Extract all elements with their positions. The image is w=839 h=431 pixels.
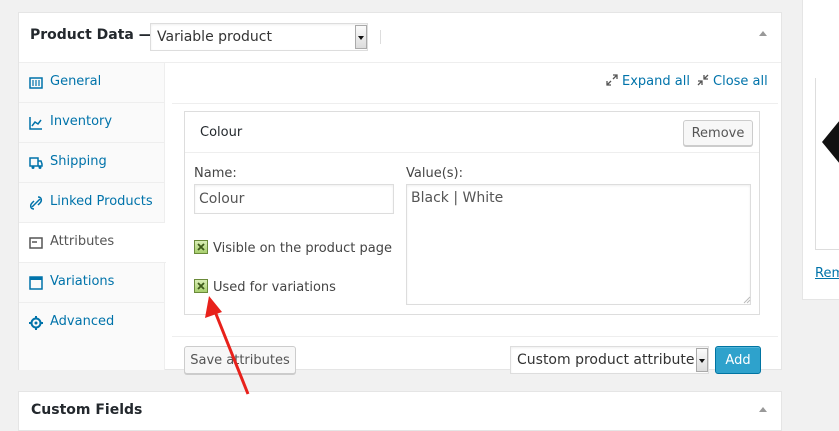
name-label: Name: bbox=[194, 166, 237, 181]
variations-label: Used for variations bbox=[213, 280, 336, 295]
tab-advanced[interactable]: Advanced bbox=[19, 303, 165, 343]
collapse-toggle-icon[interactable] bbox=[759, 407, 767, 412]
select-arrow-icon bbox=[355, 25, 367, 49]
tab-label: General bbox=[50, 74, 102, 89]
attribute-type-value: Custom product attribute bbox=[517, 352, 695, 368]
product-data-box: Product Data — Variable product General … bbox=[18, 12, 782, 374]
product-data-title: Product Data — bbox=[30, 27, 153, 43]
link-icon bbox=[29, 196, 43, 210]
tab-label: Inventory bbox=[50, 114, 113, 129]
expand-all-link[interactable]: Expand all bbox=[606, 74, 690, 89]
gear-icon bbox=[29, 316, 43, 330]
contract-icon bbox=[697, 74, 709, 86]
values-label: Value(s): bbox=[406, 166, 463, 181]
attribute-title[interactable]: Colour bbox=[200, 125, 242, 140]
inventory-icon bbox=[29, 117, 42, 130]
attribute-box: Colour Remove Name: Value(s): Visible on… bbox=[184, 111, 760, 315]
tab-label: Shipping bbox=[50, 154, 107, 169]
resize-grip-icon[interactable] bbox=[741, 294, 751, 304]
visible-on-product-page-row: Visible on the product page bbox=[194, 240, 392, 256]
product-image bbox=[822, 120, 839, 164]
custom-fields-box: Custom Fields bbox=[18, 391, 782, 431]
tab-shipping[interactable]: Shipping bbox=[19, 143, 165, 183]
close-all-label: Close all bbox=[713, 74, 768, 89]
product-data-tabs: General Inventory Shipping Linked Produc… bbox=[19, 63, 166, 370]
tab-label: Variations bbox=[50, 274, 115, 289]
header-divider bbox=[380, 30, 381, 44]
product-type-value: Variable product bbox=[157, 29, 272, 45]
remove-image-link[interactable]: Rem bbox=[815, 266, 839, 281]
tab-variations[interactable]: Variations bbox=[19, 263, 165, 303]
custom-fields-title: Custom Fields bbox=[31, 402, 143, 418]
expand-icon bbox=[606, 74, 618, 86]
variations-checkbox[interactable] bbox=[194, 279, 208, 293]
add-attribute-button[interactable]: Add bbox=[715, 346, 761, 374]
visible-label: Visible on the product page bbox=[213, 241, 392, 256]
product-type-select[interactable]: Variable product bbox=[150, 23, 368, 51]
product-image-frame bbox=[815, 78, 839, 250]
checkbox-x-icon bbox=[197, 282, 205, 290]
attribute-values-textarea[interactable] bbox=[406, 184, 751, 305]
attributes-panel: Expand all Close all Colour Remove Name:… bbox=[166, 63, 781, 374]
save-attributes-button[interactable]: Save attributes bbox=[184, 346, 296, 374]
footer-divider bbox=[172, 336, 778, 337]
select-arrow-icon bbox=[696, 348, 708, 372]
attribute-type-select[interactable]: Custom product attribute bbox=[510, 346, 709, 374]
tab-label: Attributes bbox=[50, 234, 115, 249]
product-data-header: Product Data — Variable product bbox=[19, 13, 781, 63]
expand-all-label: Expand all bbox=[622, 74, 690, 89]
attributes-icon bbox=[29, 237, 43, 249]
remove-button[interactable]: Remove bbox=[683, 120, 753, 146]
attribute-name-input[interactable] bbox=[194, 184, 394, 214]
close-all-link[interactable]: Close all bbox=[697, 74, 768, 89]
shipping-icon bbox=[29, 157, 43, 169]
checkbox-x-icon bbox=[197, 243, 205, 251]
toolbar-divider bbox=[172, 103, 778, 104]
general-icon bbox=[29, 77, 43, 89]
attribute-divider bbox=[185, 152, 759, 153]
tab-inventory[interactable]: Inventory bbox=[19, 103, 165, 143]
tab-attributes[interactable]: Attributes bbox=[19, 223, 166, 263]
variations-icon bbox=[29, 276, 43, 290]
tab-linked-products[interactable]: Linked Products bbox=[19, 183, 165, 223]
tab-general[interactable]: General bbox=[19, 63, 165, 103]
tab-label: Advanced bbox=[50, 314, 115, 329]
tab-label: Linked Products bbox=[50, 194, 153, 209]
used-for-variations-row: Used for variations bbox=[194, 279, 336, 295]
visible-checkbox[interactable] bbox=[194, 240, 208, 254]
collapse-toggle-icon[interactable] bbox=[759, 31, 767, 36]
